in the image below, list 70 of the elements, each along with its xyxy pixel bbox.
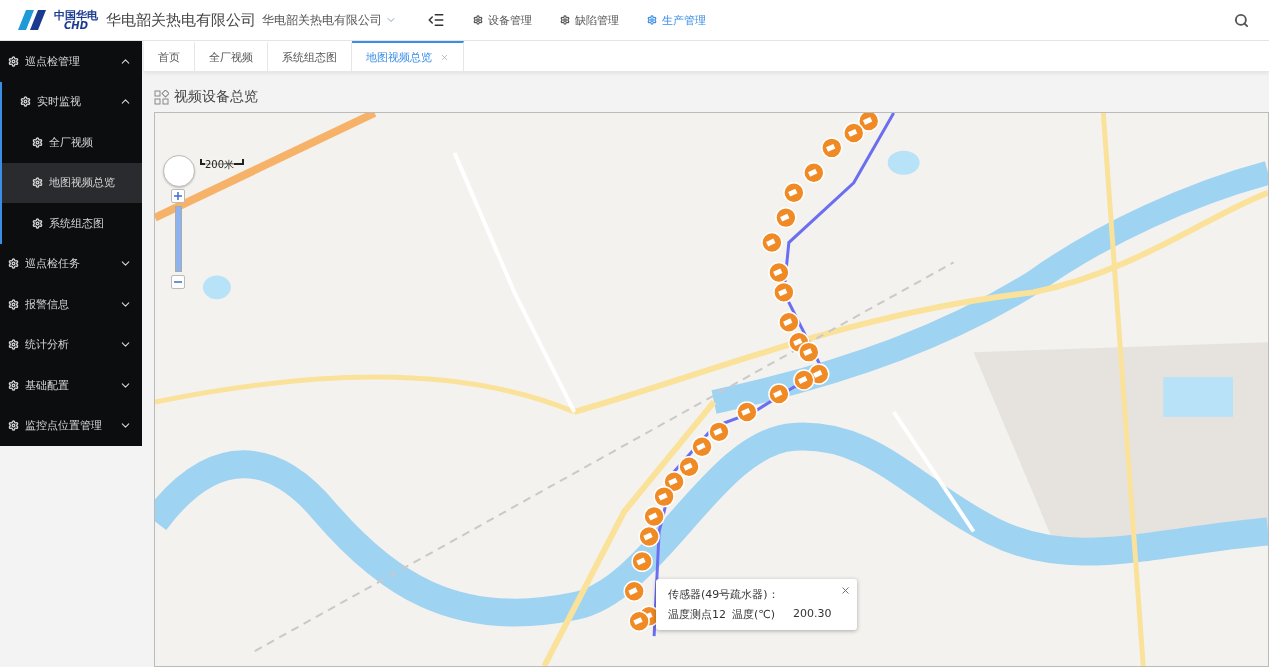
tab[interactable]: 系统组态图 xyxy=(268,41,352,71)
search-icon[interactable] xyxy=(1234,12,1249,28)
measure-value: 200.30 xyxy=(792,607,832,622)
camera-marker-icon[interactable] xyxy=(821,137,843,159)
popup-title: 传感器(49号疏水器)： xyxy=(668,587,780,602)
sidebar-item[interactable]: 系统组态图 xyxy=(0,203,142,244)
point-name: 温度测点12 xyxy=(668,607,726,622)
gear-icon xyxy=(8,258,19,270)
gear-icon xyxy=(32,136,43,148)
gear-icon xyxy=(8,55,19,67)
camera-marker-icon[interactable] xyxy=(653,485,675,508)
camera-marker-icon[interactable] xyxy=(773,281,795,304)
gear-icon xyxy=(20,96,31,108)
sidebar-item[interactable]: 报警信息 xyxy=(0,284,142,325)
camera-marker-icon[interactable] xyxy=(623,580,645,602)
org-select[interactable]: 华电韶关热电有限公司 xyxy=(262,11,397,29)
camera-marker-icon[interactable] xyxy=(631,550,653,573)
minus-icon xyxy=(174,278,182,286)
camera-marker-icon[interactable] xyxy=(858,113,880,132)
plus-icon xyxy=(174,192,182,200)
tab[interactable]: 地图视频总览 xyxy=(352,41,464,71)
camera-marker-icon[interactable] xyxy=(628,610,650,632)
tab[interactable]: 全厂视频 xyxy=(195,41,268,71)
camera-marker-icon[interactable] xyxy=(643,505,665,528)
grid-icon xyxy=(154,89,169,105)
gear-icon xyxy=(8,339,19,351)
scale-label: 200米 xyxy=(205,158,235,172)
sidebar-item[interactable]: 统计分析 xyxy=(0,324,142,365)
gear-icon xyxy=(647,15,657,25)
close-icon[interactable] xyxy=(840,585,852,596)
tab[interactable]: 首页 xyxy=(144,41,195,71)
gear-icon xyxy=(473,15,483,25)
camera-marker-icon[interactable] xyxy=(761,231,783,254)
sidebar-item[interactable]: 基础配置 xyxy=(0,365,142,406)
camera-marker-icon[interactable] xyxy=(803,162,825,184)
camera-marker-icon[interactable] xyxy=(768,383,790,405)
gear-icon xyxy=(8,379,19,391)
camera-marker-icon[interactable] xyxy=(778,311,800,333)
logo-text: CHD xyxy=(64,20,88,31)
camera-marker-icon[interactable] xyxy=(678,456,700,478)
zoom-in-button[interactable] xyxy=(171,189,185,203)
camera-marker-icon[interactable] xyxy=(793,369,815,391)
sidebar-item[interactable]: 巡点检任务 xyxy=(0,243,142,284)
gear-icon xyxy=(8,420,19,432)
zoom-out-button[interactable] xyxy=(171,275,185,289)
camera-marker-icon[interactable] xyxy=(708,421,730,443)
logo-text: 中国华电 xyxy=(54,9,98,21)
panel-title: 视频设备总览 xyxy=(174,88,258,106)
measure-label: 温度(℃) xyxy=(732,607,775,622)
company-name: 华电韶关热电有限公司 xyxy=(106,10,256,30)
sidebar-item[interactable]: 地图视频总览 xyxy=(0,162,142,203)
camera-marker-icon[interactable] xyxy=(798,341,820,363)
nav-link[interactable]: 设备管理 xyxy=(473,12,532,28)
camera-marker-icon[interactable] xyxy=(638,525,660,548)
sidebar-item[interactable]: 监控点位置管理 xyxy=(0,405,142,446)
gear-icon xyxy=(32,217,43,229)
menu-toggle-icon[interactable] xyxy=(427,11,445,29)
camera-marker-icon[interactable] xyxy=(783,182,805,204)
camera-marker-icon[interactable] xyxy=(736,401,758,423)
gear-icon xyxy=(32,177,43,189)
nav-link[interactable]: 缺陷管理 xyxy=(560,12,619,28)
camera-marker-icon[interactable] xyxy=(775,206,797,229)
nav-link[interactable]: 生产管理 xyxy=(647,12,706,28)
camera-marker-icon[interactable] xyxy=(768,261,790,284)
gear-icon xyxy=(560,15,570,25)
sidebar-item[interactable]: 实时监视 xyxy=(0,81,142,122)
sidebar-item[interactable]: 巡点检管理 xyxy=(0,41,142,82)
camera-marker-icon[interactable] xyxy=(691,436,713,458)
gear-icon xyxy=(8,298,19,310)
camera-marker-icon[interactable] xyxy=(843,122,865,144)
